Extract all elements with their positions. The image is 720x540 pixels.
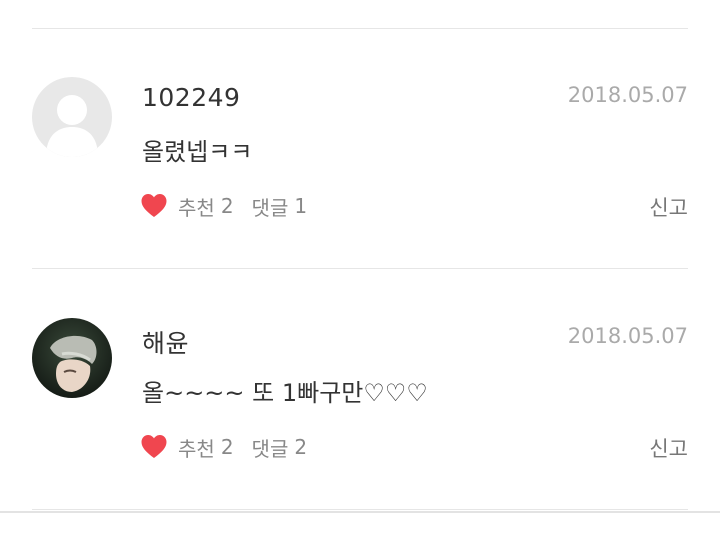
reply-count: 2 [294, 435, 308, 459]
comment-date: 2018.05.07 [567, 83, 688, 107]
comment-item: 해윤 2018.05.07 올~~~~ 또 1빠구만♡♡♡ 추천 2 댓글 2 … [0, 270, 720, 470]
reply-count: 1 [294, 194, 308, 218]
comment-list-page: 102249 2018.05.07 올렸넵ㅋㅋ 추천 2 댓글 1 신고 해윤 … [0, 0, 720, 540]
avatar[interactable] [32, 318, 112, 398]
comment-actions: 추천 2 댓글 1 [140, 190, 307, 222]
report-button[interactable]: 신고 [649, 433, 688, 463]
recommend-count: 2 [220, 194, 234, 218]
comment-text: 올~~~~ 또 1빠구만♡♡♡ [142, 379, 428, 407]
divider [32, 509, 688, 510]
divider [32, 268, 688, 269]
comment-actions: 추천 2 댓글 2 [140, 431, 307, 463]
recommend-label[interactable]: 추천 [178, 433, 215, 462]
reply-label[interactable]: 댓글 [252, 433, 289, 462]
heart-icon[interactable] [140, 192, 168, 220]
recommend-count: 2 [220, 435, 234, 459]
heart-icon[interactable] [140, 433, 168, 461]
recommend-label[interactable]: 추천 [178, 192, 215, 221]
profile-photo-avatar-icon [32, 318, 112, 398]
report-button[interactable]: 신고 [649, 192, 688, 222]
comment-author[interactable]: 102249 [142, 83, 240, 112]
comment-text: 올렸넵ㅋㅋ [142, 138, 253, 166]
section-divider [0, 511, 720, 513]
reply-label[interactable]: 댓글 [252, 192, 289, 221]
comment-author[interactable]: 해윤 [142, 324, 189, 360]
comment-date: 2018.05.07 [567, 324, 688, 348]
default-user-avatar-icon [32, 77, 112, 157]
avatar[interactable] [32, 77, 112, 157]
comment-item: 102249 2018.05.07 올렸넵ㅋㅋ 추천 2 댓글 1 신고 [0, 29, 720, 229]
